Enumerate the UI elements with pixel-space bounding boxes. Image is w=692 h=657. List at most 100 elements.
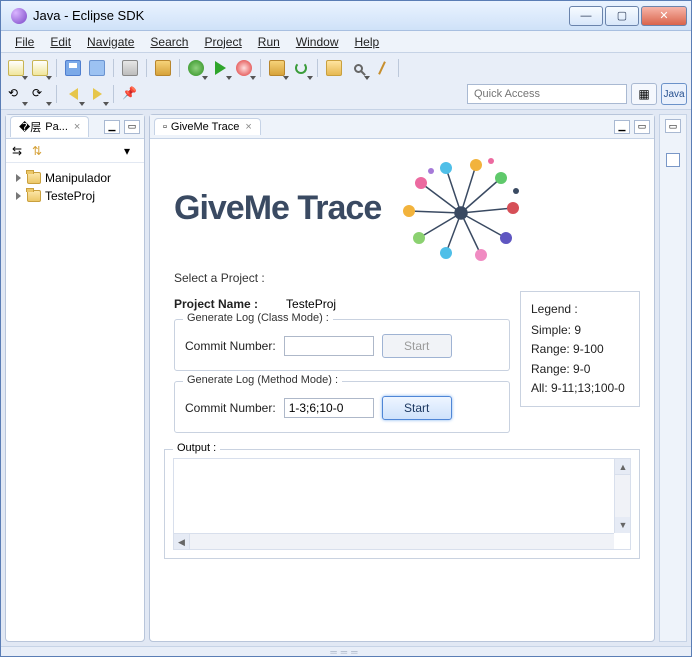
- search-button[interactable]: [347, 57, 369, 79]
- link-editor-icon[interactable]: ⇅: [32, 144, 46, 158]
- method-commit-label: Commit Number:: [185, 401, 276, 415]
- class-commit-input[interactable]: [284, 336, 374, 356]
- view-icon: ▫: [163, 121, 167, 133]
- tree-item-label: TesteProj: [45, 189, 95, 203]
- maximize-view-button[interactable]: ▭: [634, 120, 650, 134]
- next-icon: ⟳: [32, 86, 48, 102]
- window-title: Java - Eclipse SDK: [33, 8, 567, 23]
- menu-project[interactable]: Project: [196, 33, 249, 51]
- menu-search[interactable]: Search: [142, 33, 196, 51]
- legend-line: Range: 9-100: [531, 340, 629, 359]
- expand-icon[interactable]: [16, 174, 21, 182]
- close-button[interactable]: ✕: [641, 6, 687, 26]
- close-icon[interactable]: ×: [245, 121, 251, 133]
- new-button[interactable]: [5, 57, 27, 79]
- menu-file[interactable]: File: [7, 33, 42, 51]
- scroll-down-icon[interactable]: ▼: [615, 517, 631, 533]
- minimize-view-button[interactable]: ▁: [104, 120, 120, 134]
- method-mode-legend: Generate Log (Method Mode) :: [183, 374, 342, 386]
- menu-navigate[interactable]: Navigate: [79, 33, 142, 51]
- search-icon: [354, 64, 363, 73]
- class-commit-label: Commit Number:: [185, 339, 276, 353]
- print-icon: [122, 60, 138, 76]
- package-explorer-view: �层 Pa... × ▁ ▭ ⇆ ⇅ ▾ Manipulador: [5, 114, 145, 642]
- menu-window[interactable]: Window: [288, 33, 347, 51]
- menu-help[interactable]: Help: [347, 33, 388, 51]
- project-icon: [27, 190, 41, 202]
- project-name-value: TesteProj: [286, 297, 336, 311]
- project-tree: Manipulador TesteProj: [6, 163, 144, 211]
- wand-button[interactable]: [371, 57, 393, 79]
- quick-access-input[interactable]: [467, 84, 627, 104]
- menu-edit[interactable]: Edit: [42, 33, 79, 51]
- package-icon: [269, 60, 285, 76]
- tree-item-label: Manipulador: [45, 171, 111, 185]
- java-perspective-label: Java: [663, 89, 684, 100]
- editor-area: ▫ GiveMe Trace × ▁ ▭ GiveMe Trace: [149, 114, 655, 642]
- debug-icon: [188, 60, 204, 76]
- save-button[interactable]: [62, 57, 84, 79]
- package-explorer-tab[interactable]: �层 Pa... ×: [10, 116, 89, 137]
- pin-icon: 📌: [122, 86, 138, 102]
- back-icon: [69, 88, 78, 100]
- refresh-icon: [295, 62, 307, 74]
- build-button[interactable]: [152, 57, 174, 79]
- status-bar: ═══: [1, 646, 691, 656]
- open-perspective-button[interactable]: ▦: [631, 83, 657, 105]
- collapse-all-icon[interactable]: ⇆: [12, 144, 26, 158]
- perspective-icon: ▦: [638, 87, 649, 101]
- file-icon: [32, 60, 48, 76]
- tree-item-testeproj[interactable]: TesteProj: [10, 187, 140, 205]
- refresh-button[interactable]: [290, 57, 312, 79]
- package-explorer-tab-label: Pa...: [45, 121, 68, 133]
- pin-button[interactable]: 📌: [119, 83, 141, 105]
- eclipse-icon: [11, 8, 27, 24]
- new-package-button[interactable]: [266, 57, 288, 79]
- back-button[interactable]: [62, 83, 84, 105]
- save-dropdown[interactable]: [29, 57, 51, 79]
- menu-bar: File Edit Navigate Search Project Run Wi…: [1, 31, 691, 53]
- run-button[interactable]: [209, 57, 231, 79]
- debug-button[interactable]: [185, 57, 207, 79]
- outline-view-icon[interactable]: [666, 153, 680, 167]
- tree-item-manipulador[interactable]: Manipulador: [10, 169, 140, 187]
- method-start-button[interactable]: Start: [382, 396, 452, 420]
- ext-run-icon: [236, 60, 252, 76]
- project-name-label: Project Name :: [174, 297, 258, 311]
- menu-run[interactable]: Run: [250, 33, 288, 51]
- app-logo-graphic: [391, 153, 521, 263]
- legend-panel: Legend : Simple: 9 Range: 9-100 Range: 9…: [520, 291, 640, 407]
- print-button[interactable]: [119, 57, 141, 79]
- maximize-button[interactable]: ▢: [605, 6, 639, 26]
- ext-run-button[interactable]: [233, 57, 255, 79]
- method-commit-input[interactable]: [284, 398, 374, 418]
- maximize-view-button[interactable]: ▭: [124, 120, 140, 134]
- output-panel: Output : ▲ ▼ ◀ ▶: [164, 449, 640, 559]
- output-textarea[interactable]: ▲ ▼ ◀ ▶: [173, 458, 631, 550]
- open-type-button[interactable]: [323, 57, 345, 79]
- nav-next-button[interactable]: ⟳: [29, 83, 51, 105]
- nav-history-button[interactable]: ⟲: [5, 83, 27, 105]
- run-icon: [215, 61, 226, 75]
- view-menu-icon[interactable]: ▾: [124, 144, 138, 158]
- expand-icon[interactable]: [16, 192, 21, 200]
- vertical-scrollbar[interactable]: ▲ ▼: [614, 459, 630, 533]
- forward-icon: [93, 88, 102, 100]
- class-start-button[interactable]: Start: [382, 334, 452, 358]
- wand-icon: [378, 61, 386, 75]
- history-icon: ⟲: [8, 86, 24, 102]
- minimize-view-button[interactable]: ▁: [614, 120, 630, 134]
- restore-view-button[interactable]: ▭: [665, 119, 681, 133]
- scroll-up-icon[interactable]: ▲: [615, 459, 631, 475]
- save-all-button[interactable]: [86, 57, 108, 79]
- folder-icon: [326, 60, 342, 76]
- close-icon[interactable]: ×: [74, 121, 80, 133]
- minimize-button[interactable]: —: [569, 6, 603, 26]
- horizontal-scrollbar[interactable]: ◀ ▶: [174, 533, 614, 549]
- java-perspective-button[interactable]: Java: [661, 83, 687, 105]
- editor-tab[interactable]: ▫ GiveMe Trace ×: [154, 118, 261, 135]
- scroll-left-icon[interactable]: ◀: [174, 534, 190, 550]
- forward-button[interactable]: [86, 83, 108, 105]
- output-legend: Output :: [173, 442, 220, 454]
- legend-line: Simple: 9: [531, 321, 629, 340]
